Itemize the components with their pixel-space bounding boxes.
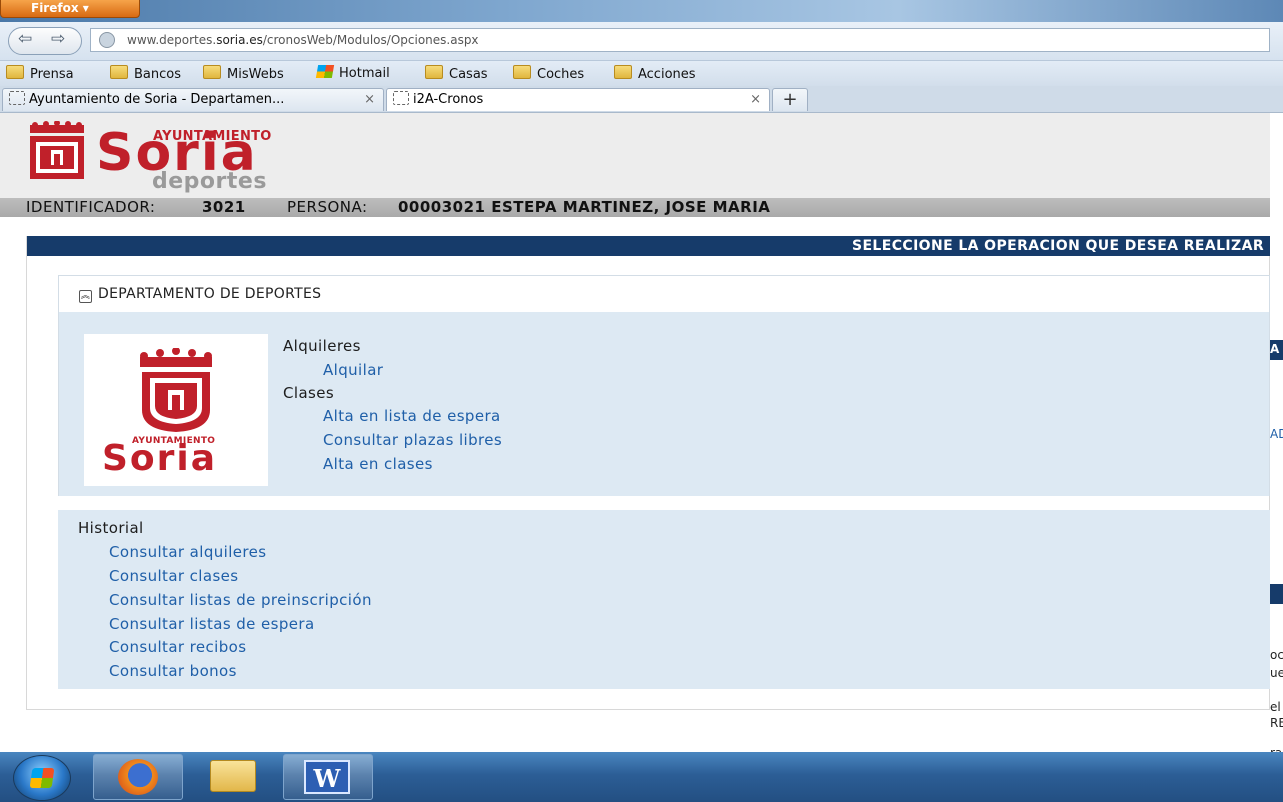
tab-strip: Ayuntamiento de Soria - Departamen... × … — [0, 86, 1283, 113]
window-title-bar: Firefox ▾ — [0, 0, 1283, 22]
windows-flag-icon — [29, 768, 55, 788]
blank-page-icon — [393, 91, 409, 105]
bookmark-label: Hotmail — [339, 66, 390, 81]
department-header[interactable]: ︽ DEPARTAMENTO DE DEPORTES — [59, 276, 1269, 312]
logo-box-ayuntamiento: AYUNTAMIENTO — [132, 436, 216, 446]
url-host-domain: soria.es — [216, 33, 263, 47]
bookmark-hotmail[interactable]: Hotmail — [315, 65, 390, 81]
logo-deportes: deportes — [152, 169, 267, 194]
identity-bar: IDENTIFICADOR: 3021 PERSONA: 00003021 ES… — [0, 198, 1270, 217]
bookmark-label: Prensa — [30, 67, 74, 82]
select-operation-banner: SELECCIONE LA OPERACION QUE DESEA REALIZ… — [27, 236, 1270, 256]
bookmark-casas[interactable]: Casas — [425, 65, 488, 82]
back-arrow-icon[interactable]: ⇦ — [18, 29, 32, 49]
id-label: IDENTIFICADOR: — [26, 198, 156, 216]
edge-banner-fragment — [1270, 584, 1283, 604]
edge-text-oc: oc — [1270, 648, 1283, 662]
bookmark-acciones[interactable]: Acciones — [614, 65, 696, 82]
link-consultar-plazas-libres[interactable]: Consultar plazas libres — [323, 431, 502, 449]
bookmark-bancos[interactable]: Bancos — [110, 65, 181, 82]
address-bar[interactable]: www.deportes.soria.es/cronosWeb/Modulos/… — [90, 28, 1270, 52]
group-heading-clases: Clases — [283, 384, 335, 402]
person-label: PERSONA: — [287, 198, 368, 216]
back-forward-buttons[interactable]: ⇦ ⇨ — [8, 27, 82, 55]
main-content: SELECCIONE LA OPERACION QUE DESEA REALIZ… — [26, 236, 1270, 710]
bookmark-label: Acciones — [638, 67, 696, 82]
tab-i2a-cronos[interactable]: i2A-Cronos × — [386, 88, 770, 111]
link-alquilar[interactable]: Alquilar — [323, 361, 383, 379]
start-button[interactable] — [13, 755, 71, 801]
edge-text-el: el — [1270, 700, 1281, 714]
bookmark-coches[interactable]: Coches — [513, 65, 584, 82]
close-tab-icon[interactable]: × — [750, 89, 761, 111]
folder-icon — [203, 65, 221, 79]
tab-ayuntamiento[interactable]: Ayuntamiento de Soria - Departamen... × — [2, 88, 384, 111]
windows-flag-icon — [315, 65, 335, 78]
tab-label: i2A-Cronos — [413, 92, 484, 107]
tab-label: Ayuntamiento de Soria - Departamen... — [29, 92, 285, 107]
link-consultar-clases[interactable]: Consultar clases — [109, 567, 239, 585]
link-consultar-alquileres[interactable]: Consultar alquileres — [109, 543, 267, 561]
soria-shield-icon — [30, 121, 84, 179]
person-value: 00003021 ESTEPA MARTINEZ, JOSE MARIA — [398, 198, 771, 216]
bookmark-label: Casas — [449, 67, 488, 82]
history-heading: Historial — [78, 519, 144, 537]
bookmarks-toolbar: Prensa Bancos MisWebs Hotmail Casas Coch… — [0, 61, 1283, 86]
folder-icon — [110, 65, 128, 79]
close-tab-icon[interactable]: × — [364, 89, 375, 111]
edge-text-re: RE — [1270, 716, 1283, 730]
folder-icon — [425, 65, 443, 79]
navigation-bar: ⇦ ⇨ www.deportes.soria.es/cronosWeb/Modu… — [0, 22, 1283, 61]
firefox-icon — [118, 759, 158, 795]
globe-icon — [99, 32, 115, 48]
logo-ayuntamiento: AYUNTAMIENTO — [153, 129, 272, 144]
url-host-prefix: www.deportes. — [127, 33, 217, 47]
bookmark-label: Coches — [537, 67, 585, 82]
link-consultar-listas-espera[interactable]: Consultar listas de espera — [109, 615, 315, 633]
word-icon: W — [304, 760, 350, 794]
department-title: DEPARTAMENTO DE DEPORTES — [98, 286, 322, 302]
firefox-menu-button[interactable]: Firefox ▾ — [0, 0, 140, 18]
explorer-icon[interactable] — [210, 760, 256, 792]
history-panel: Historial Consultar alquileres Consultar… — [58, 510, 1270, 689]
url-path: /cronosWeb/Modulos/Opciones.aspx — [262, 33, 479, 47]
link-alta-lista-espera[interactable]: Alta en lista de espera — [323, 407, 501, 425]
taskbar-word[interactable]: W — [283, 754, 373, 800]
bookmark-miswebs[interactable]: MisWebs — [203, 65, 284, 82]
blank-page-icon — [9, 91, 25, 105]
soria-shield-icon — [140, 348, 212, 432]
collapse-up-icon[interactable]: ︽ — [79, 290, 92, 303]
site-header: Soria AYUNTAMIENTO deportes — [0, 113, 1270, 198]
folder-icon — [513, 65, 531, 79]
firefox-menu-label: Firefox — [31, 1, 79, 15]
taskbar-firefox[interactable] — [93, 754, 183, 800]
id-value: 3021 — [202, 198, 246, 216]
folder-icon — [614, 65, 632, 79]
edge-text-ad: AD — [1270, 427, 1283, 441]
bookmark-label: MisWebs — [227, 67, 284, 82]
bookmark-prensa[interactable]: Prensa — [6, 65, 74, 82]
new-tab-button[interactable]: + — [772, 88, 808, 111]
bookmark-label: Bancos — [134, 67, 181, 82]
department-body: Soria AYUNTAMIENTO Alquileres Alquilar C… — [59, 312, 1269, 496]
forward-arrow-icon[interactable]: ⇨ — [51, 29, 65, 49]
folder-icon — [6, 65, 24, 79]
link-consultar-preinscripcion[interactable]: Consultar listas de preinscripción — [109, 591, 372, 609]
edge-text-a: A — [1270, 342, 1280, 356]
soria-logo-box: Soria AYUNTAMIENTO — [84, 334, 268, 486]
windows-taskbar: W — [0, 752, 1283, 802]
edge-text-ue: ue — [1270, 666, 1283, 680]
link-consultar-recibos[interactable]: Consultar recibos — [109, 638, 246, 656]
link-alta-en-clases[interactable]: Alta en clases — [323, 455, 433, 473]
address-text[interactable]: www.deportes.soria.es/cronosWeb/Modulos/… — [127, 33, 479, 47]
group-heading-alquileres: Alquileres — [283, 337, 361, 355]
department-panel: ︽ DEPARTAMENTO DE DEPORTES Soria AYUNTAMI… — [58, 275, 1270, 496]
link-consultar-bonos[interactable]: Consultar bonos — [109, 662, 237, 680]
